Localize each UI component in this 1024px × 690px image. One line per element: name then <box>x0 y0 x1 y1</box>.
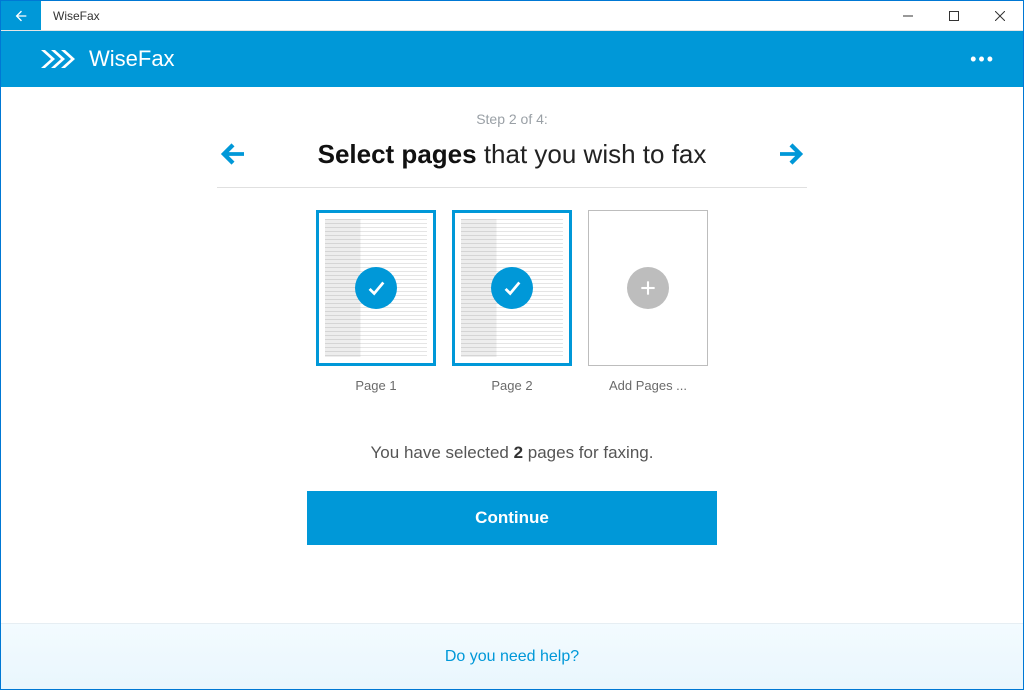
ellipsis-icon: ••• <box>970 49 995 69</box>
plus-icon <box>638 278 658 298</box>
main-content: Step 2 of 4: Select pages that you wish … <box>1 87 1023 545</box>
maximize-icon <box>949 11 959 21</box>
summary-count: 2 <box>514 443 523 462</box>
thumb-col-add: Add Pages ... <box>588 210 708 393</box>
page-thumb-2[interactable] <box>452 210 572 366</box>
thumb-col-page2: Page 2 <box>452 210 572 393</box>
thumb-label-add: Add Pages ... <box>609 378 687 393</box>
thumb-label-2: Page 2 <box>491 378 532 393</box>
thumb-col-page1: Page 1 <box>316 210 436 393</box>
minimize-icon <box>903 11 913 21</box>
brand-logo: WiseFax <box>41 46 175 72</box>
prev-step-button[interactable] <box>217 137 251 171</box>
window-controls <box>885 1 1023 30</box>
minimize-button[interactable] <box>885 1 931 30</box>
page-heading: Select pages that you wish to fax <box>318 139 707 170</box>
check-icon <box>365 277 387 299</box>
thumb-label-1: Page 1 <box>355 378 396 393</box>
page-thumb-1[interactable] <box>316 210 436 366</box>
step-indicator: Step 2 of 4: <box>476 111 548 127</box>
app-header: WiseFax ••• <box>1 31 1023 87</box>
window-title: WiseFax <box>41 1 112 30</box>
wisefax-logo-icon <box>41 48 81 70</box>
next-step-button[interactable] <box>773 137 807 171</box>
arrow-left-icon <box>13 8 29 24</box>
back-button[interactable] <box>1 1 41 30</box>
summary-prefix: You have selected <box>371 443 514 462</box>
window-titlebar: WiseFax <box>1 1 1023 31</box>
continue-button[interactable]: Continue <box>307 491 717 545</box>
close-icon <box>995 11 1005 21</box>
more-options-button[interactable]: ••• <box>964 43 1001 76</box>
help-link[interactable]: Do you need help? <box>445 648 579 666</box>
heading-rest: that you wish to fax <box>477 139 707 169</box>
selection-summary: You have selected 2 pages for faxing. <box>371 443 654 463</box>
selected-badge <box>355 267 397 309</box>
check-icon <box>501 277 523 299</box>
add-pages-button[interactable] <box>588 210 708 366</box>
summary-suffix: pages for faxing. <box>523 443 653 462</box>
brand-name: WiseFax <box>89 46 175 72</box>
heading-divider <box>217 187 807 188</box>
arrow-left-icon <box>219 139 249 169</box>
heading-strong: Select pages <box>318 139 477 169</box>
selected-badge <box>491 267 533 309</box>
maximize-button[interactable] <box>931 1 977 30</box>
heading-row: Select pages that you wish to fax <box>217 137 807 171</box>
page-thumbnails: Page 1 Page 2 Add Pages ... <box>316 210 708 393</box>
help-footer: Do you need help? <box>1 623 1023 689</box>
close-button[interactable] <box>977 1 1023 30</box>
plus-badge <box>627 267 669 309</box>
arrow-right-icon <box>775 139 805 169</box>
